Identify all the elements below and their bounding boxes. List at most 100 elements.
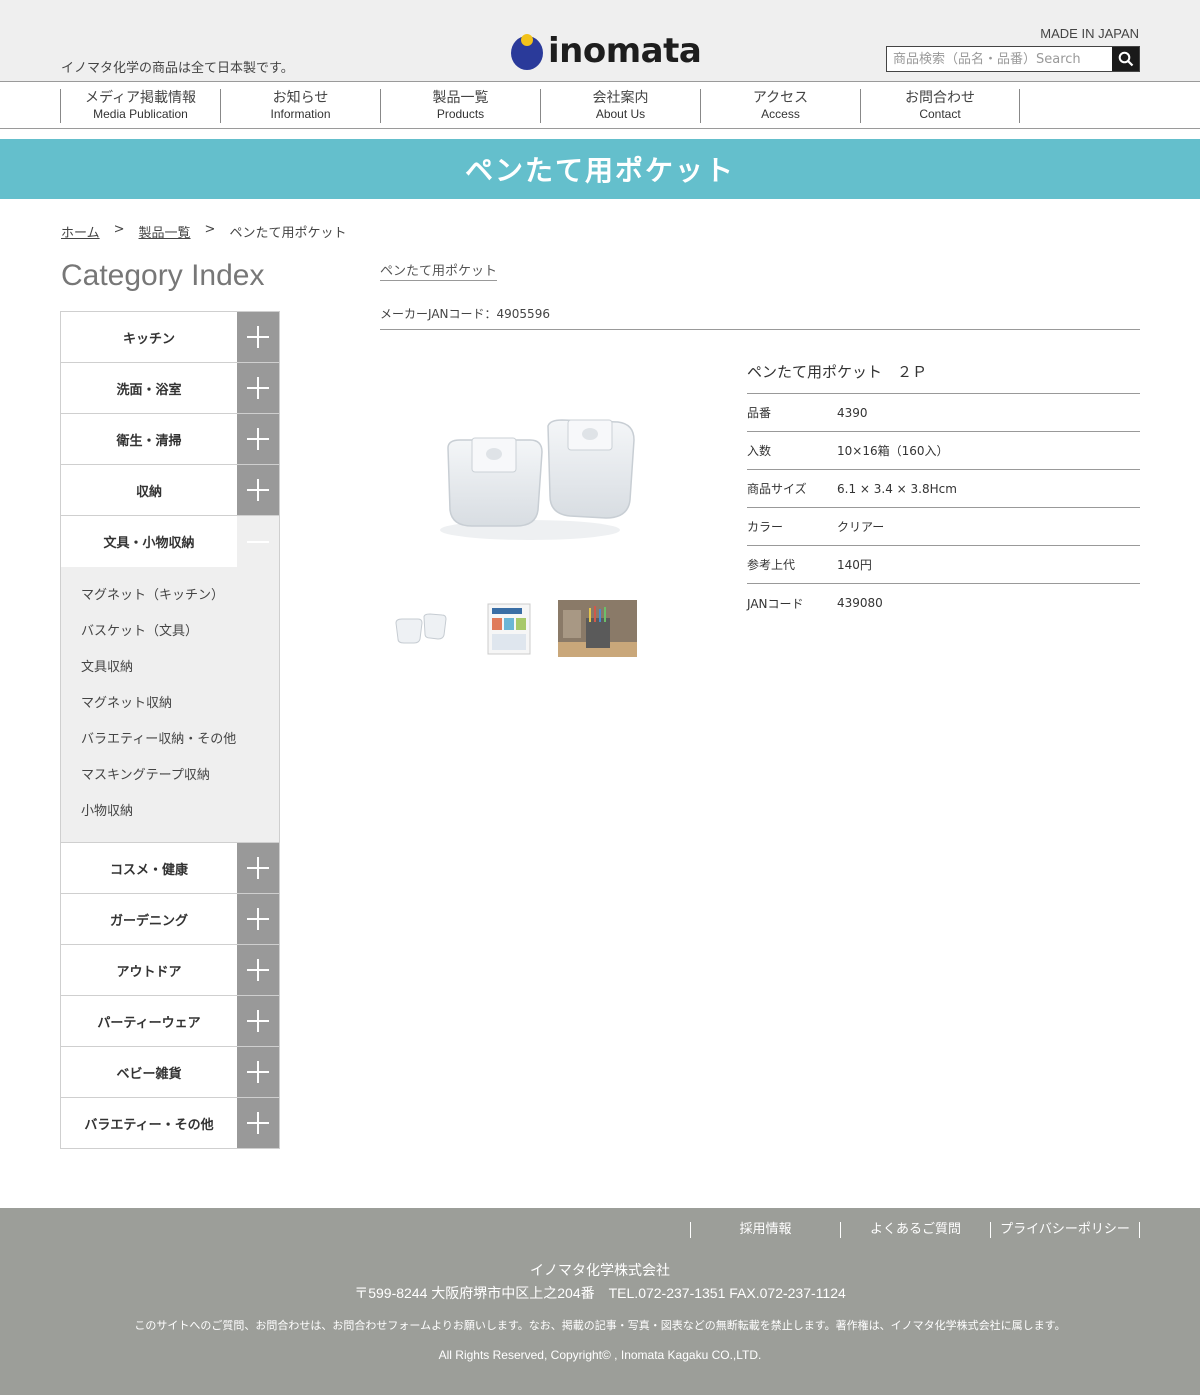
nav-sublabel: Information: [270, 107, 331, 121]
thumbnail-product[interactable]: [380, 600, 459, 657]
logo-icon: [510, 31, 544, 71]
subcategory-item[interactable]: マグネット（キッチン）: [81, 578, 279, 614]
spec-table: 品番 4390 入数 10×16箱（160入） 商品サイズ 6.1 × 3.4 …: [747, 393, 1140, 622]
category-label: コスメ・健康: [109, 862, 188, 878]
made-in-japan: MADE IN JAPAN: [1040, 26, 1139, 41]
plus-icon: [247, 326, 269, 348]
expand-toggle[interactable]: [237, 465, 279, 515]
category-bath[interactable]: 洗面・浴室: [61, 363, 279, 414]
breadcrumb: ホーム > 製品一覧 > ペンたて用ポケット: [61, 222, 346, 241]
category-label: 洗面・浴室: [116, 382, 182, 398]
expand-toggle[interactable]: [237, 996, 279, 1046]
footer-address: 〒599-8244 大阪府堺市中区上之204番 TEL.072-237-1351…: [354, 1285, 846, 1301]
nav-sublabel: Media Publication: [93, 107, 188, 121]
collapse-toggle[interactable]: [237, 516, 279, 567]
subcategory-item[interactable]: マスキングテープ収納: [81, 758, 279, 794]
plus-icon: [247, 428, 269, 450]
breadcrumb-products[interactable]: 製品一覧: [139, 222, 191, 241]
spec-label: カラー: [747, 520, 784, 534]
nav-sublabel: Products: [436, 107, 485, 121]
category-baby[interactable]: ベビー雑貨: [61, 1047, 279, 1098]
spec-value: 140円: [837, 558, 872, 572]
expand-toggle[interactable]: [237, 843, 279, 893]
spec-row: 商品サイズ 6.1 × 3.4 × 3.8Hcm: [747, 470, 1140, 508]
spec-row: JANコード 439080: [747, 584, 1140, 622]
maker-jan-code: メーカーJANコード：4905596: [380, 307, 550, 321]
nav-media[interactable]: メディア掲載情報 Media Publication: [60, 89, 220, 123]
category-label: アウトドア: [116, 964, 182, 980]
expand-toggle[interactable]: [237, 1047, 279, 1097]
category-label: バラエティー・その他: [84, 1117, 214, 1133]
expand-toggle[interactable]: [237, 1098, 279, 1148]
spec-row: カラー クリアー: [747, 508, 1140, 546]
breadcrumb-current: ペンたて用ポケット: [229, 226, 347, 241]
footer-links: 採用情報 よくあるご質問 プライバシーポリシー: [690, 1222, 1140, 1238]
thumbnail-package[interactable]: [469, 600, 548, 657]
subcategory-item[interactable]: 小物収納: [81, 794, 279, 830]
footer-link-faq[interactable]: よくあるご質問: [840, 1222, 990, 1238]
category-gardening[interactable]: ガーデニング: [61, 894, 279, 945]
category-label: ガーデニング: [109, 913, 188, 929]
spec-row: 入数 10×16箱（160入）: [747, 432, 1140, 470]
spec-label: 商品サイズ: [747, 482, 807, 496]
plus-icon: [247, 1112, 269, 1134]
nav-products[interactable]: 製品一覧 Products: [380, 89, 540, 123]
nav-label: アクセス: [752, 90, 809, 106]
nav-label: メディア掲載情報: [84, 90, 197, 106]
logo-text: inomata: [548, 31, 702, 71]
category-stationery[interactable]: 文具・小物収納: [61, 516, 279, 567]
page-title: ペンたて用ポケット: [464, 154, 735, 187]
category-kitchen[interactable]: キッチン: [61, 312, 279, 363]
thumbnail-strip: [380, 600, 637, 657]
plus-icon: [247, 479, 269, 501]
category-variety[interactable]: バラエティー・その他: [61, 1098, 279, 1148]
expand-toggle[interactable]: [237, 363, 279, 413]
nav-sublabel: Contact: [919, 107, 961, 121]
product-main-image[interactable]: [420, 380, 660, 560]
product-link[interactable]: ペンたて用ポケット: [380, 260, 498, 281]
footer-link-privacy[interactable]: プライバシーポリシー: [990, 1222, 1140, 1238]
plus-icon: [247, 959, 269, 981]
plus-icon: [247, 377, 269, 399]
category-outdoor[interactable]: アウトドア: [61, 945, 279, 996]
footer-copyright: All Rights Reserved, Copyright© , Inomat…: [438, 1348, 762, 1362]
thumbnail-usage[interactable]: [558, 600, 637, 657]
site-header: イノマタ化学の商品は全て日本製です。 inomata MADE IN JAPAN: [0, 0, 1200, 82]
nav-label: お知らせ: [272, 90, 329, 106]
search-button[interactable]: [1112, 47, 1139, 71]
expand-toggle[interactable]: [237, 894, 279, 944]
spec-value: 4390: [837, 405, 868, 420]
footer-link-recruit[interactable]: 採用情報: [690, 1222, 840, 1238]
expand-toggle[interactable]: [237, 312, 279, 362]
subcategory-item[interactable]: マグネット収納: [81, 686, 279, 722]
category-index-title: Category Index: [61, 259, 265, 292]
divider: [380, 329, 1140, 330]
category-storage[interactable]: 収納: [61, 465, 279, 516]
subcategory-item[interactable]: 文具収納: [81, 650, 279, 686]
breadcrumb-separator: >: [204, 222, 216, 237]
breadcrumb-home[interactable]: ホーム: [61, 222, 100, 241]
spec-label: 品番: [747, 406, 772, 420]
category-label: 衛生・清掃: [116, 433, 182, 449]
nav-contact[interactable]: お問合わせ Contact: [860, 89, 1020, 123]
search-input[interactable]: [887, 47, 1112, 71]
expand-toggle[interactable]: [237, 414, 279, 464]
subcategory-item[interactable]: バラエティー収納・その他: [81, 722, 279, 758]
nav-information[interactable]: お知らせ Information: [220, 89, 380, 123]
nav-label: お問合わせ: [905, 90, 975, 106]
category-partyware[interactable]: パーティーウェア: [61, 996, 279, 1047]
site-logo[interactable]: inomata: [510, 31, 702, 71]
nav-label: 会社案内: [592, 90, 649, 106]
category-label: ベビー雑貨: [116, 1066, 182, 1082]
subcategory-list: マグネット（キッチン） バスケット（文具） 文具収納 マグネット収納 バラエティ…: [61, 567, 279, 843]
spec-row: 参考上代 140円: [747, 546, 1140, 584]
nav-access[interactable]: アクセス Access: [700, 89, 860, 123]
page-banner: ペンたて用ポケット: [0, 139, 1200, 199]
expand-toggle[interactable]: [237, 945, 279, 995]
category-cosme[interactable]: コスメ・健康: [61, 843, 279, 894]
subcategory-item[interactable]: バスケット（文具）: [81, 614, 279, 650]
spec-value: クリアー: [837, 520, 885, 534]
category-hygiene[interactable]: 衛生・清掃: [61, 414, 279, 465]
minus-icon: [247, 540, 269, 543]
nav-about[interactable]: 会社案内 About Us: [540, 89, 700, 123]
